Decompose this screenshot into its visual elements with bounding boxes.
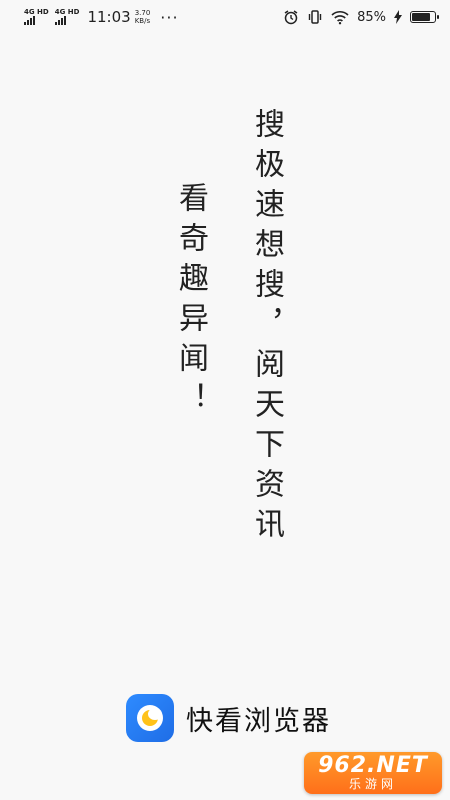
network-type-2: 4G HD <box>54 8 80 16</box>
app-logo-icon <box>126 694 174 742</box>
signal-icon-sim1: 4G HD <box>24 9 49 25</box>
app-brand: 快看浏览器 <box>126 694 331 742</box>
vibrate-icon <box>308 10 322 24</box>
status-right: 85% <box>275 9 439 25</box>
more-notifications-icon: ··· <box>160 7 179 27</box>
slogan-line-right: 搜极速想搜，阅天下资讯 <box>249 108 284 548</box>
battery-level <box>412 13 431 21</box>
signal-icon-sim2: 4G HD <box>54 8 80 25</box>
app-name: 快看浏览器 <box>186 705 331 737</box>
alarm-icon <box>284 10 298 25</box>
network-type-1: 4G HD <box>24 8 49 16</box>
watermark-logo: 962.NET 乐游网 <box>304 752 442 794</box>
watermark-top: 962.NET <box>318 753 428 778</box>
wifi-icon <box>331 11 349 25</box>
network-speed-value: 3.70 <box>134 9 151 17</box>
battery-icon <box>410 11 439 23</box>
network-speed-unit: KB/s <box>134 17 151 25</box>
watermark-bottom: 乐游网 <box>348 777 397 791</box>
status-bar: 4G HD 4G HD 11:03 3.70 KB/s ··· 85% <box>0 0 450 34</box>
charging-icon <box>394 10 402 24</box>
clock: 11:03 <box>87 8 131 26</box>
network-speed: 3.70 KB/s <box>135 9 151 25</box>
status-left: 4G HD 4G HD 11:03 3.70 KB/s ··· <box>24 8 179 27</box>
slogan-line-left: 看奇趣异闻！ <box>173 182 208 422</box>
battery-percentage: 85% <box>357 9 386 25</box>
